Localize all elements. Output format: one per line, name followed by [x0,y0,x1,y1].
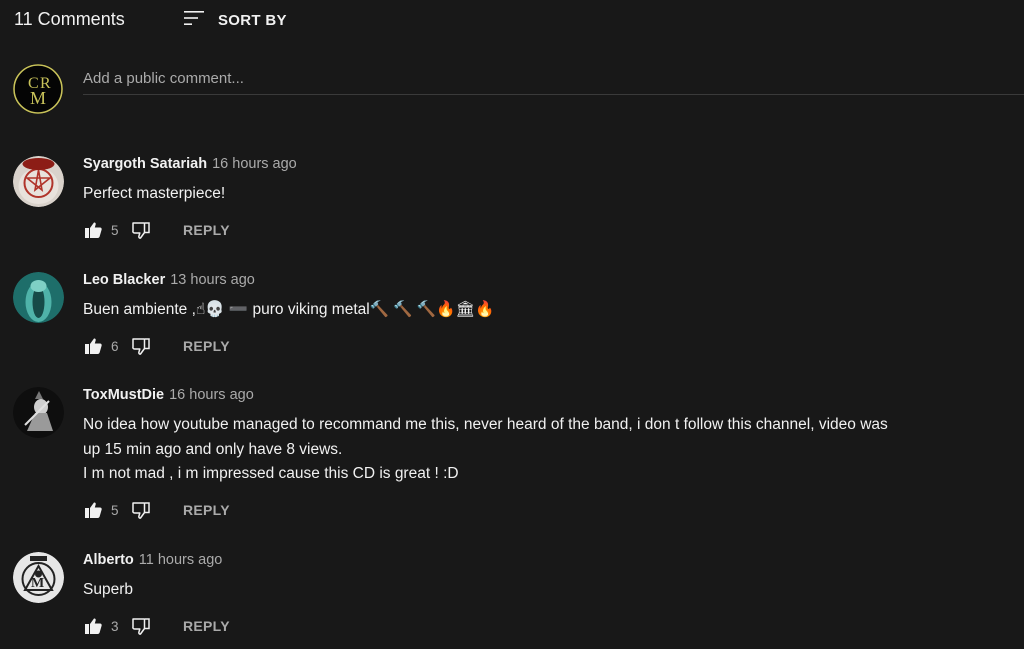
comment-line: up 15 min ago and only have 8 views. [83,440,343,458]
reply-button[interactable]: REPLY [183,338,230,354]
comment-header: ToxMustDie 16 hours ago [83,386,254,406]
thumbs-up-icon [84,222,102,238]
comment-line: I m not mad , i m impressed cause this C… [83,465,459,482]
avatar[interactable]: M [13,552,64,603]
comment-header: Alberto 11 hours ago [83,551,222,571]
add-comment-box: C R M [13,64,1024,114]
avatar[interactable] [13,156,64,207]
dislike-button[interactable] [131,336,151,356]
like-count: 3 [111,618,119,634]
comment-header: Syargoth Satariah 16 hours ago [83,155,297,175]
comment-input[interactable] [83,66,1024,90]
sort-by-button[interactable]: SORT BY [182,6,287,35]
like-button[interactable] [83,616,103,636]
sort-by-label: SORT BY [218,12,287,29]
comment-text: Perfect masterpiece! [83,182,1018,207]
comment-actions: 5 REPLY [83,498,230,522]
comment-line: No idea how youtube managed to recommand… [83,416,888,433]
comment-author[interactable]: ToxMustDie [83,387,164,403]
thumbs-down-icon [132,337,150,355]
svg-text:M: M [31,576,44,591]
comment-actions: 3 REPLY [83,614,230,638]
thumbs-up-icon [84,338,102,354]
like-button[interactable] [83,336,103,356]
comment-time[interactable]: 11 hours ago [139,552,223,568]
like-count: 5 [111,502,119,518]
comment-line: Buen ambiente ,☝💀 ➖ puro viking metal🔨 🔨… [83,301,495,318]
like-count: 6 [111,338,119,354]
dislike-button[interactable] [131,220,151,240]
comment-time[interactable]: 16 hours ago [169,387,254,403]
avatar[interactable] [13,272,64,323]
comment-text: Superb [83,578,1018,603]
like-button[interactable] [83,500,103,520]
reply-button[interactable]: REPLY [183,618,230,634]
like-count: 5 [111,222,119,238]
thumbs-down-icon [132,617,150,635]
comment-author[interactable]: Syargoth Satariah [83,156,207,172]
comment-count: 11 Comments [14,8,125,29]
comments-header: 11 Comments [14,8,125,30]
comments-section: 11 Comments SORT BY C R M Add a public c… [0,0,1024,649]
comment-author[interactable]: Alberto [83,552,134,568]
reply-button[interactable]: REPLY [183,502,230,518]
svg-text:M: M [30,88,46,108]
comment-author[interactable]: Leo Blacker [83,272,165,288]
dislike-button[interactable] [131,500,151,520]
avatar[interactable] [13,387,64,438]
comment-header: Leo Blacker 13 hours ago [83,271,255,291]
avatar[interactable]: C R M [13,64,63,114]
comment-time[interactable]: 16 hours ago [212,156,297,172]
thumbs-up-icon [84,618,102,634]
comment-input-wrapper [83,66,1024,95]
comment-actions: 6 REPLY [83,334,230,358]
reply-button[interactable]: REPLY [183,222,230,238]
thumbs-down-icon [132,221,150,239]
like-button[interactable] [83,220,103,240]
comment-line: Perfect masterpiece! [83,185,226,202]
comment-time[interactable]: 13 hours ago [170,272,255,288]
comment-line: Superb [83,581,133,598]
comment-text: No idea how youtube managed to recommand… [83,413,1018,487]
sort-icon [182,6,206,35]
thumbs-up-icon [84,502,102,518]
dislike-button[interactable] [131,616,151,636]
comment-actions: 5 REPLY [83,218,230,242]
comment-text: Buen ambiente ,☝💀 ➖ puro viking metal🔨 🔨… [83,298,1018,323]
thumbs-down-icon [132,501,150,519]
